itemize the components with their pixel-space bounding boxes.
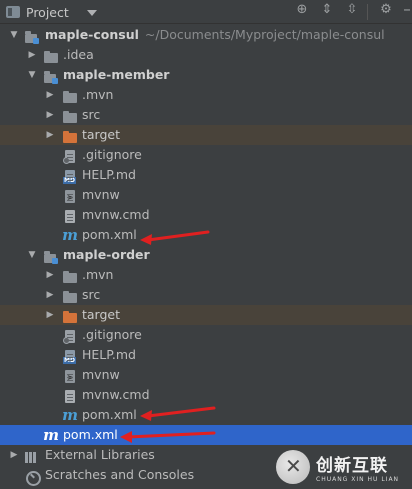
tree-node-idea[interactable]: ▶ .idea [0, 45, 412, 65]
tree-node-label: .gitignore [82, 327, 142, 342]
watermark-logo: 创新互联 CHUANG XIN HU LIAN [276, 445, 412, 489]
root-project-name: maple-consul [45, 27, 139, 42]
gitignore-file-icon [62, 149, 78, 165]
dropdown-caret-icon[interactable] [86, 10, 97, 16]
tree-node-label: pom.xml [63, 427, 118, 442]
markdown-file-icon: MD [62, 169, 78, 185]
collapse-all-icon[interactable]: ⇳ [343, 0, 361, 18]
folder-icon [62, 269, 78, 285]
tree-node-label: src [82, 287, 101, 302]
shell-script-icon: > [62, 369, 78, 385]
tree-node-label: .gitignore [82, 147, 142, 162]
tree-node-label: mvnw.cmd [82, 387, 150, 402]
maven-icon: m [43, 426, 59, 444]
tree-node-excluded-folder[interactable]: ▶ target [0, 305, 412, 325]
chevron-down-icon[interactable]: ▼ [8, 25, 20, 45]
tree-node-label: mvnw.cmd [82, 207, 150, 222]
tree-node-file[interactable]: MD HELP.md [0, 165, 412, 185]
locate-icon[interactable]: ⊕ [293, 0, 311, 18]
tree-node-label: External Libraries [45, 447, 155, 462]
tree-node-folder[interactable]: ▶ src [0, 285, 412, 305]
tree-node-folder[interactable]: ▶ src [0, 105, 412, 125]
tree-node-label: target [82, 127, 121, 142]
tree-node-label: target [82, 307, 121, 322]
chevron-right-icon[interactable]: ▶ [44, 85, 56, 105]
tree-node-file[interactable]: mvnw.cmd [0, 205, 412, 225]
tree-node-file[interactable]: .gitignore [0, 325, 412, 345]
project-view-selector[interactable]: Project [6, 0, 97, 24]
watermark-text-cn: 创新互联 [316, 456, 388, 476]
annotation-arrow [140, 230, 210, 245]
tree-node-label: .idea [63, 47, 94, 62]
text-file-icon [62, 389, 78, 405]
maven-icon: m [62, 406, 78, 424]
tree-node-folder[interactable]: ▶ .mvn [0, 85, 412, 105]
module-folder-icon [43, 249, 59, 265]
maven-icon: m [62, 226, 78, 244]
excluded-folder-icon [62, 129, 78, 145]
module-name: maple-order [63, 247, 150, 262]
chevron-down-icon[interactable]: ▼ [26, 65, 38, 85]
chevron-right-icon[interactable]: ▶ [44, 305, 56, 325]
tree-node-module-order[interactable]: ▼ maple-order [0, 245, 412, 265]
tree-node-label: .mvn [82, 267, 114, 282]
tree-node-label: pom.xml [82, 407, 137, 422]
watermark-text-en: CHUANG XIN HU LIAN [316, 476, 400, 483]
tree-node-label: HELP.md [82, 347, 136, 362]
shell-script-icon: > [62, 189, 78, 205]
root-project-path: ~/Documents/Myproject/maple-consul [144, 27, 385, 42]
module-folder-icon [43, 69, 59, 85]
project-view-icon [6, 6, 20, 18]
tree-node-root[interactable]: ▼ maple-consul ~/Documents/Myproject/mapl… [0, 25, 412, 45]
project-title: Project [26, 4, 69, 20]
tree-node-label: pom.xml [82, 227, 137, 242]
folder-icon [43, 49, 59, 65]
tree-node-module-member[interactable]: ▼ maple-member [0, 65, 412, 85]
tree-node-file[interactable]: .gitignore [0, 145, 412, 165]
brand-logo-icon [276, 450, 310, 484]
expand-all-icon[interactable]: ⇕ [318, 0, 336, 18]
text-file-icon [62, 209, 78, 225]
scratches-icon [24, 469, 41, 486]
tree-node-label: mvnw [82, 367, 120, 382]
tree-node-file[interactable]: > mvnw [0, 365, 412, 385]
tree-node-label: .mvn [82, 87, 114, 102]
tree-node-label: mvnw [82, 187, 120, 202]
folder-icon [62, 109, 78, 125]
chevron-right-icon[interactable]: ▶ [44, 285, 56, 305]
tree-node-label: HELP.md [82, 167, 136, 182]
project-toolbar: Project ⊕ ⇕ ⇳ ⚙ – [0, 0, 412, 24]
annotation-arrow [120, 431, 216, 443]
folder-icon [62, 89, 78, 105]
excluded-folder-icon [62, 309, 78, 325]
tree-node-label: Scratches and Consoles [45, 467, 195, 482]
annotation-arrow [140, 406, 216, 421]
library-icon [24, 449, 40, 465]
module-folder-icon [24, 29, 40, 45]
chevron-right-icon[interactable]: ▶ [26, 45, 38, 65]
hide-panel-icon[interactable]: – [398, 0, 412, 18]
folder-icon [62, 289, 78, 305]
module-name: maple-member [63, 67, 170, 82]
markdown-file-icon: MD [62, 349, 78, 365]
tree-node-file[interactable]: MD HELP.md [0, 345, 412, 365]
chevron-right-icon[interactable]: ▶ [44, 105, 56, 125]
chevron-right-icon[interactable]: ▶ [8, 445, 20, 465]
tree-node-excluded-folder[interactable]: ▶ target [0, 125, 412, 145]
chevron-right-icon[interactable]: ▶ [44, 265, 56, 285]
tree-node-file[interactable]: > mvnw [0, 185, 412, 205]
tree-node-label: src [82, 107, 101, 122]
tree-node-folder[interactable]: ▶ .mvn [0, 265, 412, 285]
tree-node-file[interactable]: mvnw.cmd [0, 385, 412, 405]
gitignore-file-icon [62, 329, 78, 345]
settings-gear-icon[interactable]: ⚙ [377, 0, 395, 18]
chevron-down-icon[interactable]: ▼ [26, 245, 38, 265]
chevron-right-icon[interactable]: ▶ [44, 125, 56, 145]
